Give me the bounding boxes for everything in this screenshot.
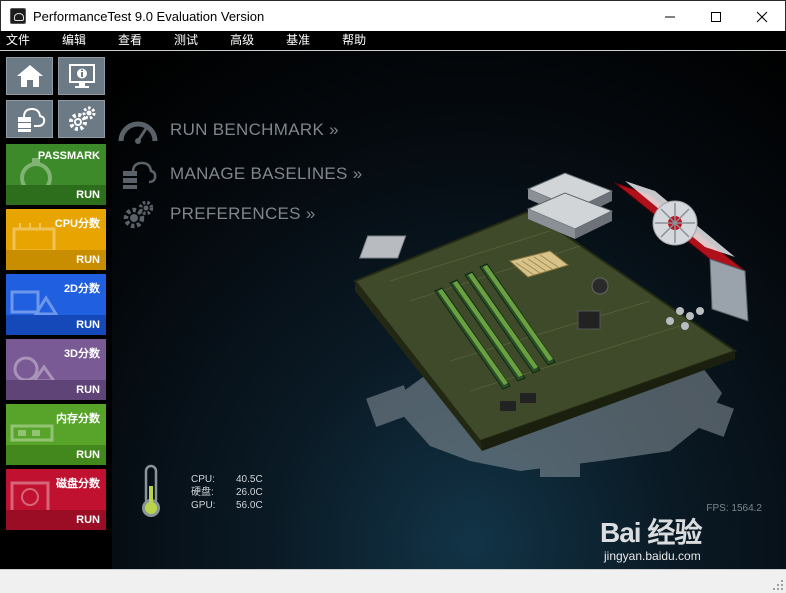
fps-readout: FPS: 1564.2 [706, 503, 762, 514]
menu-file[interactable]: 文件 [6, 31, 30, 50]
disk-temp-value: 26.0C [236, 487, 263, 498]
cpu-tile[interactable]: CPU分数 RUN [6, 209, 106, 270]
2d-run-button[interactable]: RUN [76, 319, 100, 331]
status-bar [0, 569, 786, 593]
3d-tile[interactable]: 3D分数 RUN [6, 339, 106, 400]
gears-icon [123, 200, 154, 229]
disk-tile[interactable]: 磁盘分数 RUN [6, 469, 106, 530]
menu-baseline[interactable]: 基准 [286, 31, 310, 50]
close-button[interactable] [739, 1, 785, 32]
app-icon [10, 8, 26, 24]
cpu-temp-label: CPU: [191, 474, 215, 485]
watermark: Bai 经验 jingyan.baidu.com [600, 511, 702, 563]
2d-label: 2D分数 [63, 283, 100, 295]
run-benchmark-label: RUN BENCHMARK » [170, 120, 339, 139]
cloud-baseline-icon [17, 107, 45, 132]
home-icon [16, 65, 43, 87]
2d-tile[interactable]: 2D分数 RUN [6, 274, 106, 335]
passmark-run-button[interactable]: RUN [76, 189, 100, 201]
maximize-icon [711, 11, 721, 22]
preferences-link[interactable]: PREFERENCES » [116, 198, 316, 230]
run-benchmark-link[interactable]: RUN BENCHMARK » [116, 114, 339, 146]
gears-icon [68, 106, 95, 131]
title-bar: PerformanceTest 9.0 Evaluation Version [0, 0, 786, 31]
menu-tests[interactable]: 测试 [174, 31, 198, 50]
gpu-temp-value: 56.0C [236, 500, 263, 511]
preferences-label: PREFERENCES » [170, 204, 316, 223]
3d-label: 3D分数 [63, 348, 100, 360]
passmark-tile[interactable]: PASSMARK RUN [6, 144, 106, 205]
close-icon [756, 11, 768, 22]
window-controls [647, 1, 785, 32]
speedometer-icon [118, 121, 158, 144]
manage-baselines-link[interactable]: MANAGE BASELINES » [116, 158, 362, 190]
cpu-label: CPU分数 [54, 218, 100, 230]
watermark-main: Bai 经验 [600, 517, 702, 548]
watermark-url: jingyan.baidu.com [604, 549, 701, 563]
thermometer-icon [142, 464, 160, 517]
window-title: PerformanceTest 9.0 Evaluation Version [33, 8, 265, 24]
manage-baselines-label: MANAGE BASELINES » [170, 164, 363, 183]
gpu-temp-label: GPU: [191, 500, 216, 511]
system-info-button[interactable] [58, 57, 105, 95]
cpu-run-button[interactable]: RUN [76, 254, 100, 266]
disk-label: 磁盘分数 [56, 478, 100, 490]
home-button[interactable] [6, 57, 53, 95]
menu-advanced[interactable]: 高级 [230, 31, 254, 50]
main-panel: PASSMARK RUN CPU分数 RUN 2D分数 RUN 3D分数 RUN… [0, 51, 786, 569]
passmark-label: PASSMARK [37, 150, 100, 162]
memory-run-button[interactable]: RUN [76, 449, 100, 461]
memory-tile[interactable]: 内存分数 RUN [6, 404, 106, 465]
3d-run-button[interactable]: RUN [76, 384, 100, 396]
disk-temp-label: 硬盘: [191, 487, 214, 498]
sidebar: PASSMARK RUN CPU分数 RUN 2D分数 RUN 3D分数 RUN… [0, 51, 112, 569]
menu-help[interactable]: 帮助 [342, 31, 366, 50]
cpu-temp-value: 40.5C [236, 474, 263, 485]
minimize-button[interactable] [647, 1, 693, 32]
menu-view[interactable]: 查看 [118, 31, 142, 50]
system-info-icon [68, 64, 95, 88]
temperature-readout: CPU: 40.5C 硬盘: 26.0C GPU: 56.0C [191, 473, 263, 512]
memory-label: 内存分数 [56, 413, 100, 425]
cloud-baseline-icon [123, 161, 157, 189]
preferences-button[interactable] [58, 100, 105, 138]
resize-grip-icon[interactable] [772, 579, 784, 591]
menu-edit[interactable]: 编辑 [62, 31, 86, 50]
menu-bar: 文件 编辑 查看 测试 高级 基准 帮助 [0, 31, 786, 50]
minimize-icon [665, 16, 675, 17]
motherboard-illustration [353, 172, 749, 477]
baselines-button[interactable] [6, 100, 53, 138]
disk-run-button[interactable]: RUN [76, 514, 100, 526]
maximize-button[interactable] [693, 1, 739, 32]
